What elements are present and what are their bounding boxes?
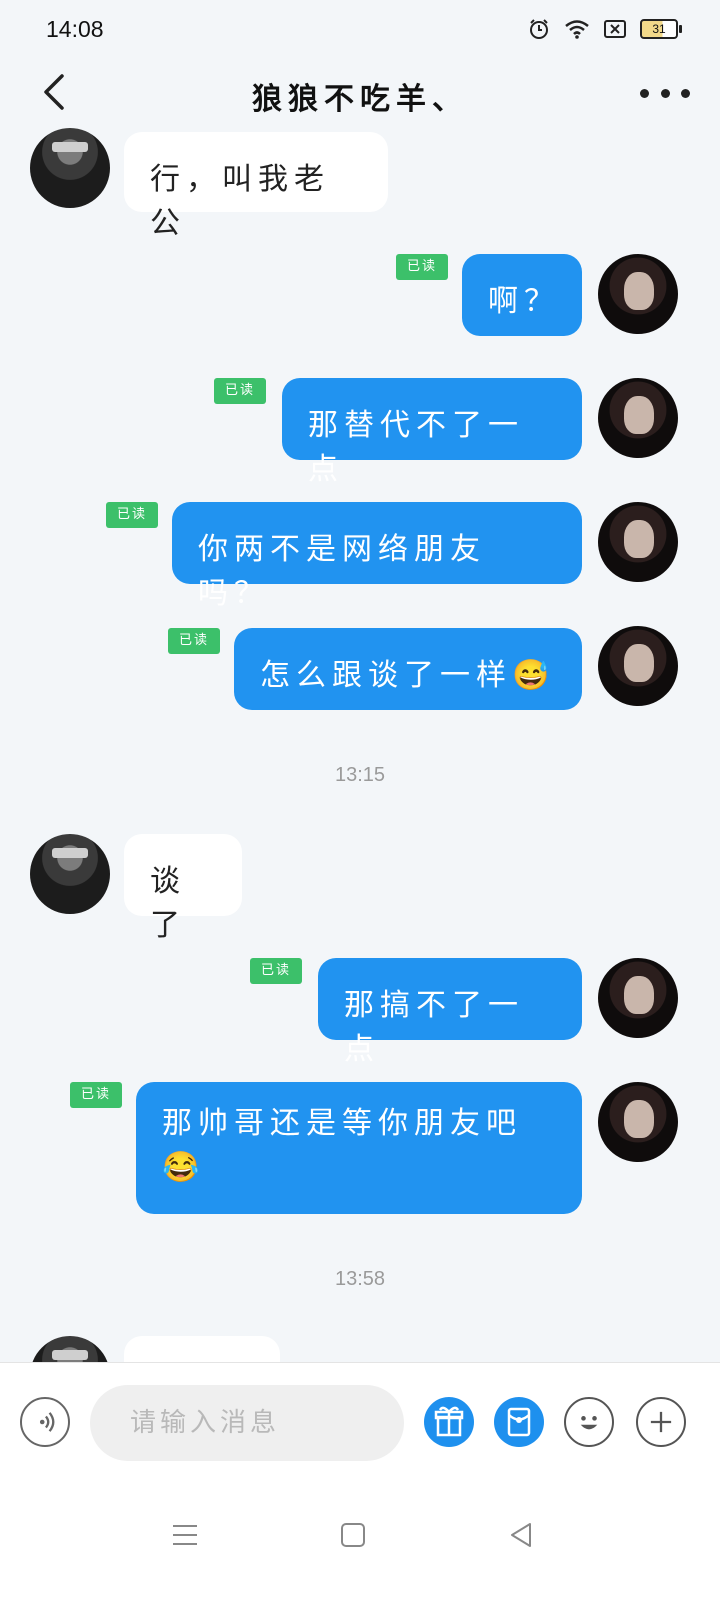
read-badge: 已读 xyxy=(70,1082,122,1108)
emoji-button[interactable] xyxy=(564,1397,614,1447)
message-bubble-incoming[interactable]: 谈了 xyxy=(124,834,242,943)
system-nav-bar xyxy=(0,1480,720,1600)
dot-icon xyxy=(681,88,690,98)
chat-header: 狼狼不吃羊、 xyxy=(0,60,720,124)
read-badge: 已读 xyxy=(106,502,158,528)
plus-button[interactable] xyxy=(636,1397,686,1447)
my-avatar[interactable] xyxy=(598,626,678,706)
message-composer xyxy=(0,1362,720,1481)
read-badge: 已读 xyxy=(396,254,448,280)
status-bar: 14:08 31 xyxy=(0,0,720,60)
back-nav-button[interactable] xyxy=(496,1510,546,1560)
red-packet-button[interactable] xyxy=(494,1397,544,1447)
my-avatar[interactable] xyxy=(598,254,678,334)
contact-avatar[interactable] xyxy=(30,128,110,208)
wifi-icon xyxy=(565,20,589,39)
my-avatar[interactable] xyxy=(598,378,678,458)
message-bubble-outgoing[interactable]: 那帅哥还是等你朋友吧 😂 xyxy=(136,1082,582,1214)
status-icons: 31 xyxy=(528,18,682,40)
message-line: 那帅哥还是等你朋友吧 xyxy=(162,1106,522,1141)
voice-input-button[interactable] xyxy=(20,1397,70,1447)
message-bubble-outgoing[interactable]: 你两不是网络朋友吗？ xyxy=(172,502,582,611)
read-badge: 已读 xyxy=(250,958,302,984)
status-time: 14:08 xyxy=(46,16,104,42)
my-avatar[interactable] xyxy=(598,502,678,582)
my-avatar[interactable] xyxy=(598,1082,678,1162)
message-input[interactable] xyxy=(90,1385,404,1461)
timestamp: 13:58 xyxy=(334,1268,386,1290)
message-bubble-outgoing[interactable]: 怎么跟谈了一样😅 xyxy=(234,628,582,710)
message-bubble-incoming[interactable]: 行，叫我老公 xyxy=(124,132,388,241)
message-line: 😂 xyxy=(162,1150,206,1185)
my-avatar[interactable] xyxy=(598,958,678,1038)
chat-title: 狼狼不吃羊、 xyxy=(252,82,468,117)
message-bubble-outgoing[interactable]: 那搞不了一点 xyxy=(318,958,582,1067)
read-badge: 已读 xyxy=(168,628,220,654)
dot-icon xyxy=(640,88,649,98)
contact-avatar[interactable] xyxy=(30,834,110,914)
message-bubble-outgoing[interactable]: 那替代不了一点 xyxy=(282,378,582,487)
dot-icon xyxy=(660,88,670,98)
home-nav-button[interactable] xyxy=(328,1510,378,1560)
timestamp: 13:15 xyxy=(334,764,386,786)
message-bubble-outgoing[interactable]: 啊？ xyxy=(462,254,582,336)
gift-button[interactable] xyxy=(424,1397,474,1447)
no-sim-icon xyxy=(604,20,626,38)
more-options-button[interactable] xyxy=(640,78,690,108)
alarm-icon xyxy=(530,19,548,39)
read-badge: 已读 xyxy=(214,378,266,404)
battery-indicator: 31 xyxy=(640,19,682,39)
menu-nav-button[interactable] xyxy=(160,1510,210,1560)
